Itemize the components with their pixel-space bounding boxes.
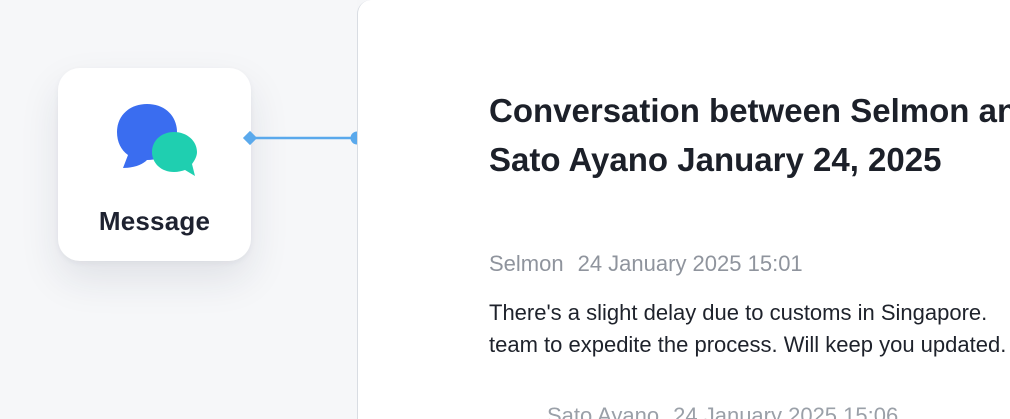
message-text: There's a slight delay due to customs in… [489, 297, 1010, 361]
message-item: Selmon 24 January 2025 15:01 There's a sl… [489, 251, 1010, 361]
message-node-card[interactable]: Message [58, 68, 251, 261]
message-text-line-2: team to expedite the process. Will keep … [489, 332, 1007, 357]
conversation-title-line-1: Conversation between Selmon and [489, 92, 1010, 129]
conversation-panel: Conversation between Selmon and Sato Aya… [357, 0, 1010, 419]
message-sender: Sato Ayano [547, 403, 660, 419]
flow-canvas: Message [0, 0, 364, 419]
message-sender: Selmon [489, 251, 564, 276]
chat-bubbles-icon [117, 104, 197, 176]
message-timestamp: 24 January 2025 15:06 [673, 403, 899, 419]
message-meta: Selmon 24 January 2025 15:01 [489, 251, 1010, 277]
message-timestamp: 24 January 2025 15:01 [577, 251, 803, 276]
message-text-line-1: There's a slight delay due to customs in… [489, 300, 988, 325]
message-node-label: Message [98, 206, 211, 236]
conversation-title: Conversation between Selmon and Sato Aya… [489, 86, 1010, 184]
message-item: Sato Ayano 24 January 2025 15:06 [489, 403, 1010, 419]
message-meta: Sato Ayano 24 January 2025 15:06 [489, 403, 1010, 419]
conversation-title-line-2: Sato Ayano January 24, 2025 [489, 141, 942, 178]
